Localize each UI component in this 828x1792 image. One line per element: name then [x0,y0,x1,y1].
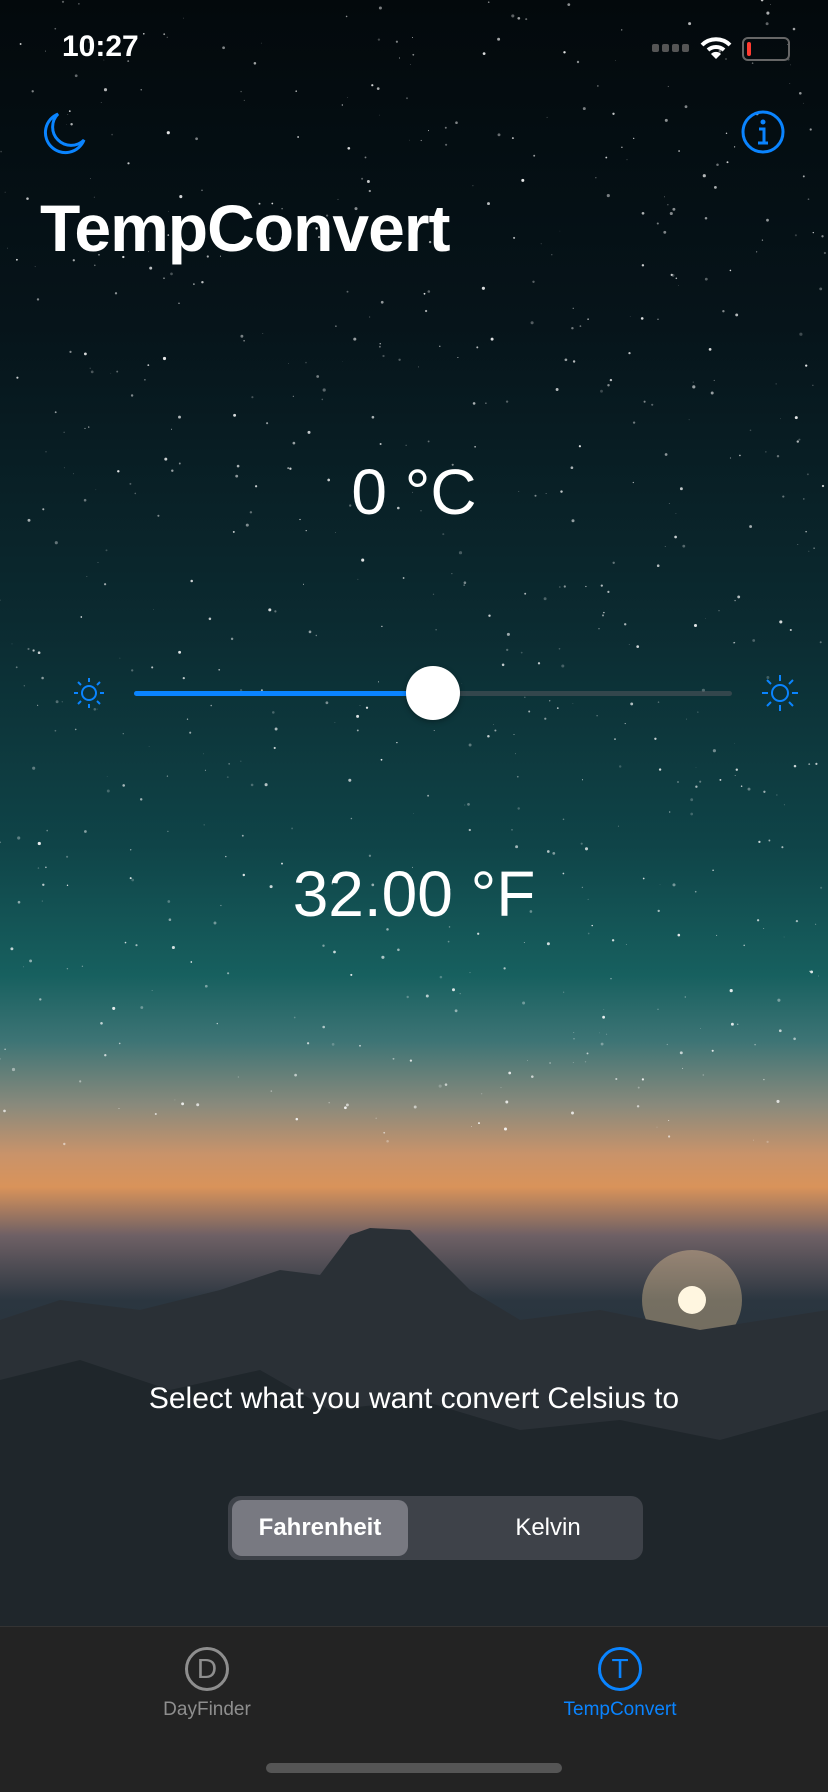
fahrenheit-value: 32.00 °F [292,858,536,930]
sun-small-icon [74,678,104,708]
temperature-slider[interactable] [134,666,732,720]
segment-fahrenheit[interactable]: Fahrenheit [232,1500,408,1556]
tab-label: DayFinder [163,1699,251,1720]
celsius-value: 0 °C [351,456,477,528]
letter-t-circle-icon: T [598,1647,642,1691]
slider-fill [134,691,433,696]
segment-kelvin[interactable]: Kelvin [460,1500,636,1556]
unit-segmented-control: Fahrenheit Kelvin [228,1496,643,1560]
letter-d-circle-icon: D [185,1647,229,1691]
status-time: 10:27 [62,30,139,63]
page-title: TempConvert [40,191,450,265]
wifi-icon [700,37,732,59]
tab-dayfinder[interactable]: D DayFinder [107,1647,307,1721]
home-indicator[interactable] [266,1763,562,1773]
moon-icon[interactable] [42,110,88,156]
info-icon[interactable] [741,110,785,154]
signal-icon [652,44,689,52]
stars-decoration [0,0,827,1146]
slider-thumb[interactable] [406,666,460,720]
tab-label: TempConvert [563,1699,677,1720]
battery-icon [742,37,790,61]
conversion-caption: Select what you want convert Celsius to [148,1382,680,1415]
tab-tempconvert[interactable]: T TempConvert [520,1647,720,1721]
sun-large-icon [762,675,798,711]
